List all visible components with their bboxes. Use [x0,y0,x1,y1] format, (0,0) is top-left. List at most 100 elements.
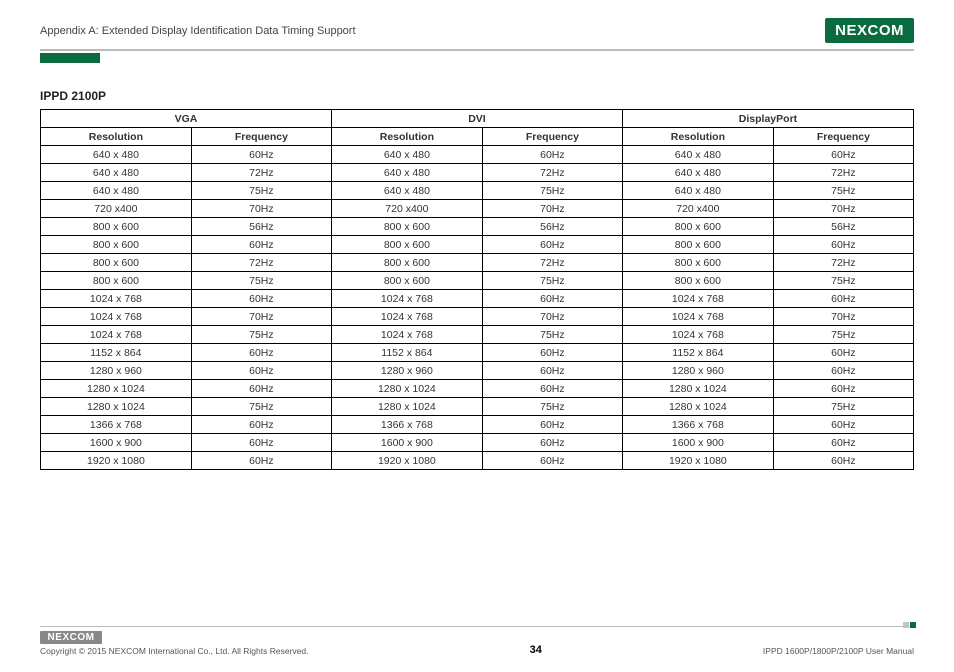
table-cell: 800 x 600 [41,272,192,290]
table-cell: 75Hz [773,326,913,344]
table-cell: 640 x 480 [622,182,773,200]
table-row: 1280 x 96060Hz1280 x 96060Hz1280 x 96060… [41,362,914,380]
table-cell: 60Hz [191,452,331,470]
table-cell: 640 x 480 [331,164,482,182]
table-cell: 1024 x 768 [41,308,192,326]
appendix-title: Appendix A: Extended Display Identificat… [40,25,356,37]
table-cell: 75Hz [191,182,331,200]
table-cell: 640 x 480 [41,182,192,200]
table-cell: 1024 x 768 [622,308,773,326]
table-cell: 1024 x 768 [41,290,192,308]
col-dp-res: Resolution [622,128,773,146]
table-cell: 1024 x 768 [331,326,482,344]
table-cell: 640 x 480 [622,164,773,182]
table-cell: 75Hz [773,398,913,416]
manual-reference: IPPD 1600P/1800P/2100P User Manual [763,646,914,656]
table-cell: 72Hz [773,254,913,272]
header-rule [40,49,914,51]
table-cell: 60Hz [482,146,622,164]
table-cell: 75Hz [482,326,622,344]
table-cell: 75Hz [773,272,913,290]
table-row: 1280 x 102475Hz1280 x 102475Hz1280 x 102… [41,398,914,416]
table-cell: 72Hz [191,254,331,272]
table-row: 720 x40070Hz720 x40070Hz720 x40070Hz [41,200,914,218]
table-row: 1280 x 102460Hz1280 x 102460Hz1280 x 102… [41,380,914,398]
group-displayport: DisplayPort [622,110,913,128]
table-cell: 1280 x 960 [331,362,482,380]
col-vga-freq: Frequency [191,128,331,146]
model-title: IPPD 2100P [40,89,914,103]
table-cell: 1280 x 1024 [331,380,482,398]
table-cell: 60Hz [773,380,913,398]
table-cell: 60Hz [482,434,622,452]
table-cell: 1280 x 1024 [41,380,192,398]
table-cell: 60Hz [191,362,331,380]
table-cell: 60Hz [191,380,331,398]
table-row: 1600 x 90060Hz1600 x 90060Hz1600 x 90060… [41,434,914,452]
table-row: 800 x 60060Hz800 x 60060Hz800 x 60060Hz [41,236,914,254]
table-cell: 60Hz [191,434,331,452]
footer-ornament-icon [903,622,916,628]
brand-logo: NEXCOM [825,18,914,43]
table-cell: 60Hz [482,290,622,308]
table-cell: 60Hz [191,146,331,164]
table-cell: 1024 x 768 [331,308,482,326]
table-cell: 70Hz [482,200,622,218]
table-cell: 800 x 600 [622,272,773,290]
table-cell: 1920 x 1080 [331,452,482,470]
table-subhead-row: Resolution Frequency Resolution Frequenc… [41,128,914,146]
table-row: 800 x 60056Hz800 x 60056Hz800 x 60056Hz [41,218,914,236]
table-cell: 800 x 600 [331,254,482,272]
table-cell: 640 x 480 [41,164,192,182]
table-cell: 75Hz [482,182,622,200]
table-cell: 800 x 600 [622,218,773,236]
footer-rule [40,626,914,628]
table-cell: 1600 x 900 [622,434,773,452]
table-group-row: VGA DVI DisplayPort [41,110,914,128]
table-cell: 70Hz [482,308,622,326]
table-cell: 800 x 600 [622,236,773,254]
group-dvi: DVI [331,110,622,128]
copyright-text: Copyright © 2015 NEXCOM International Co… [40,646,308,656]
table-cell: 60Hz [482,380,622,398]
table-cell: 70Hz [773,308,913,326]
table-row: 1366 x 76860Hz1366 x 76860Hz1366 x 76860… [41,416,914,434]
table-cell: 60Hz [773,290,913,308]
timing-table: VGA DVI DisplayPort Resolution Frequency… [40,109,914,470]
table-row: 1024 x 76870Hz1024 x 76870Hz1024 x 76870… [41,308,914,326]
table-cell: 60Hz [482,452,622,470]
table-cell: 60Hz [773,146,913,164]
table-cell: 75Hz [191,272,331,290]
table-cell: 1280 x 1024 [622,380,773,398]
table-cell: 60Hz [773,236,913,254]
table-cell: 60Hz [773,362,913,380]
table-cell: 1024 x 768 [622,290,773,308]
table-cell: 75Hz [773,182,913,200]
group-vga: VGA [41,110,332,128]
table-cell: 60Hz [191,290,331,308]
table-cell: 800 x 600 [331,218,482,236]
table-cell: 60Hz [773,344,913,362]
table-cell: 720 x400 [622,200,773,218]
table-cell: 70Hz [773,200,913,218]
table-cell: 60Hz [191,344,331,362]
table-cell: 60Hz [482,416,622,434]
table-cell: 60Hz [773,452,913,470]
table-cell: 800 x 600 [331,236,482,254]
table-cell: 70Hz [191,200,331,218]
table-cell: 800 x 600 [41,236,192,254]
table-cell: 640 x 480 [622,146,773,164]
table-cell: 75Hz [191,398,331,416]
table-cell: 1280 x 1024 [331,398,482,416]
table-cell: 1152 x 864 [622,344,773,362]
table-cell: 1600 x 900 [331,434,482,452]
table-cell: 800 x 600 [41,254,192,272]
table-row: 1920 x 108060Hz1920 x 108060Hz1920 x 108… [41,452,914,470]
table-cell: 1280 x 960 [622,362,773,380]
table-cell: 640 x 480 [331,146,482,164]
table-cell: 56Hz [191,218,331,236]
table-cell: 1024 x 768 [41,326,192,344]
table-cell: 72Hz [482,254,622,272]
table-cell: 1152 x 864 [331,344,482,362]
table-cell: 72Hz [482,164,622,182]
